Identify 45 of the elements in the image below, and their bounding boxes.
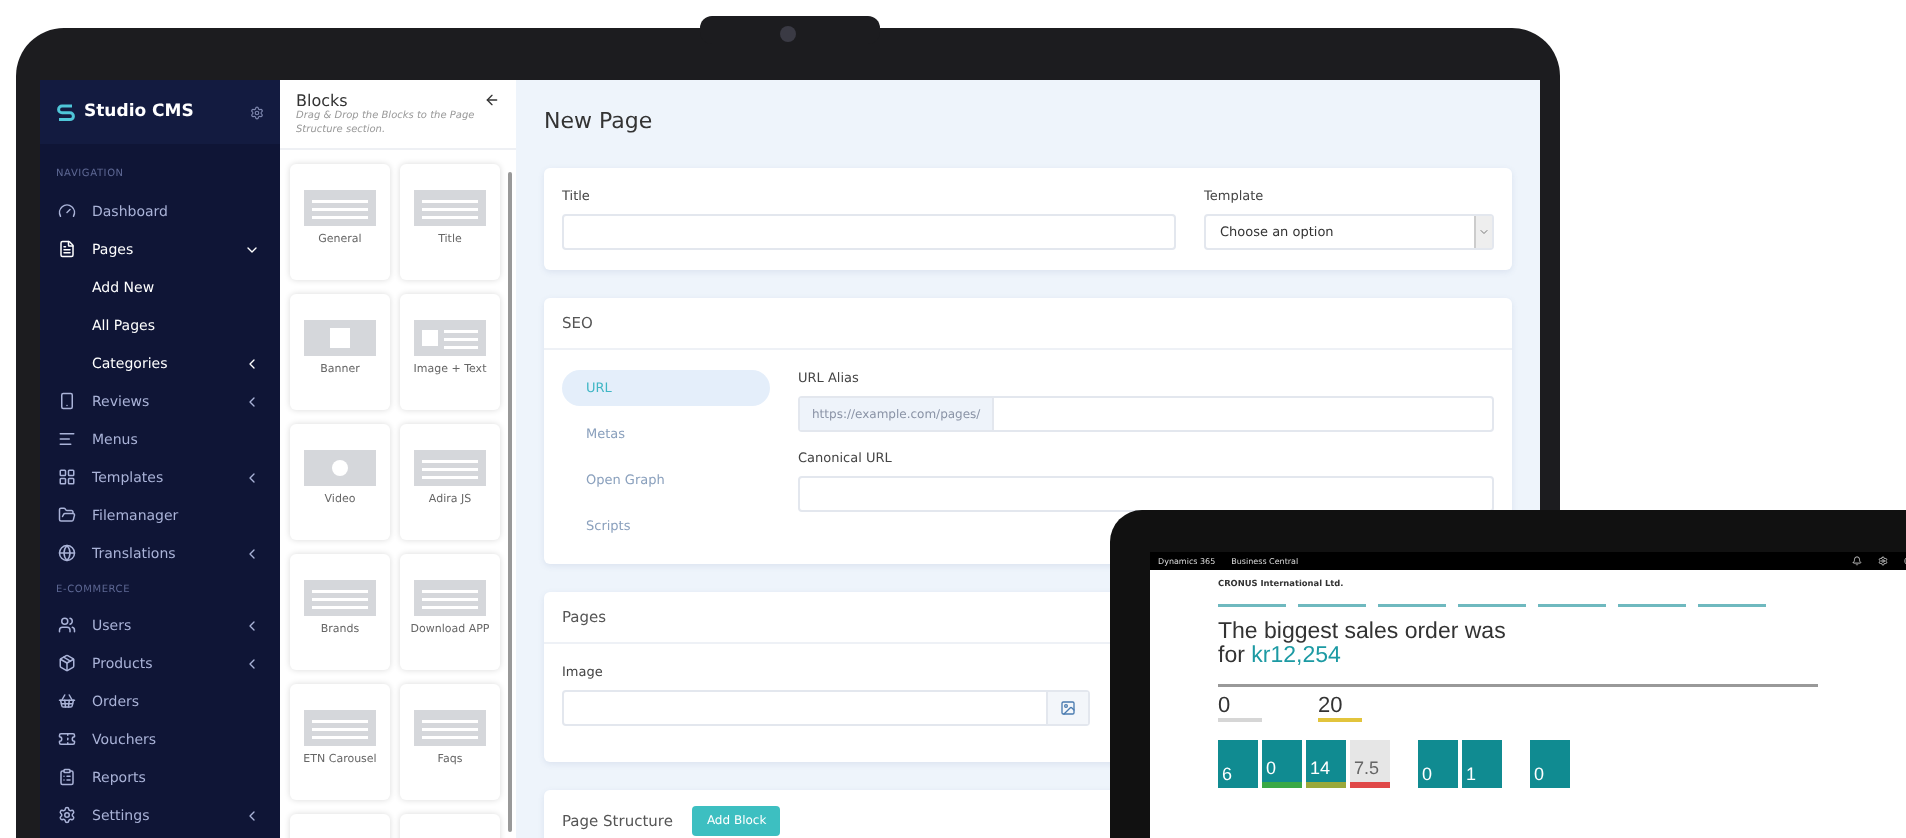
block-thumbnail-icon: [414, 450, 486, 486]
menu-icon: [58, 430, 76, 448]
kpi-value: 20: [1318, 696, 1362, 722]
collapse-arrow-icon[interactable]: [484, 92, 500, 108]
kpi-tile[interactable]: 6: [1218, 740, 1258, 788]
bell-icon[interactable]: [1852, 556, 1862, 566]
kpi-tile[interactable]: 7.5: [1350, 740, 1390, 788]
panel-title: Blocks: [296, 92, 350, 110]
clipboard-icon: [58, 768, 76, 786]
canonical-url-input[interactable]: [798, 476, 1494, 512]
kpi-tile[interactable]: 0: [1418, 740, 1458, 788]
block-thumbnail-icon: [304, 710, 376, 746]
grid-icon: [58, 468, 76, 486]
brand-name: Studio CMS: [84, 102, 196, 122]
kpi-tile[interactable]: 0: [1262, 740, 1302, 788]
block-thumbnail-icon: [414, 580, 486, 616]
image-icon[interactable]: [1060, 700, 1076, 716]
kpi-tile[interactable]: 0: [1530, 740, 1570, 788]
gauge-icon: [58, 202, 76, 220]
caret-icon: [1478, 226, 1490, 238]
settings-icon[interactable]: [250, 105, 264, 119]
folder-icon: [58, 506, 76, 524]
block-thumbnail-icon: [414, 320, 486, 356]
ticket-icon: [58, 730, 76, 748]
block-thumbnail-icon: [304, 190, 376, 226]
page-title: New Page: [544, 108, 655, 134]
globe-icon: [58, 544, 76, 562]
logo-icon: [56, 101, 76, 123]
block-thumbnail-icon: [304, 320, 376, 356]
block-thumbnail-icon: [414, 710, 486, 746]
phone-icon: [58, 392, 76, 410]
block-thumbnail-icon: [414, 190, 486, 226]
users-icon: [58, 616, 76, 634]
image-input[interactable]: [562, 690, 1090, 726]
kpi-tile[interactable]: 14: [1306, 740, 1346, 788]
scrollbar[interactable]: [508, 172, 512, 832]
settings-icon: [58, 806, 76, 824]
document-icon: [58, 240, 76, 258]
block-thumbnail-icon: [304, 450, 376, 486]
title-input[interactable]: [562, 214, 1176, 250]
kpi-value: 0: [1218, 696, 1262, 722]
kpi-tile[interactable]: 1: [1462, 740, 1502, 788]
block-thumbnail-icon: [304, 580, 376, 616]
basket-icon: [58, 692, 76, 710]
package-icon: [58, 654, 76, 672]
